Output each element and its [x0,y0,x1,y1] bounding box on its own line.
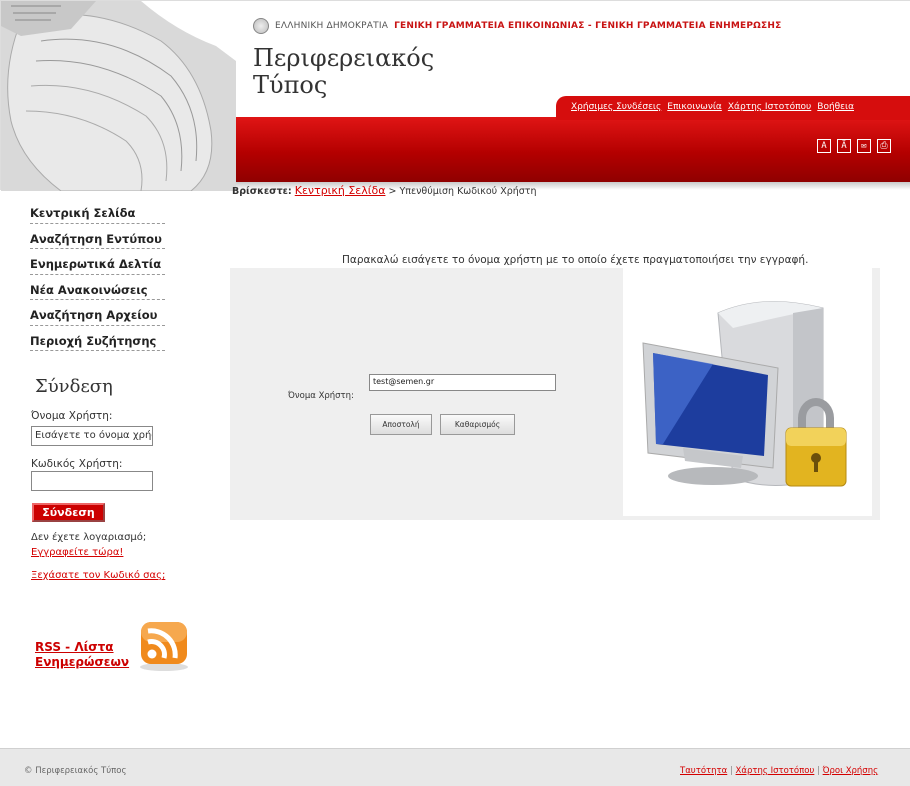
sidebar-item-discussion[interactable]: Περιοχή Συζήτησης [30,326,165,351]
accessibility-icon[interactable]: Ä [837,139,851,153]
print-icon[interactable]: ⎙ [877,139,891,153]
login-password-field[interactable] [31,471,153,491]
site-title-line2: Τύπος [253,71,328,99]
contact-link[interactable]: Επικοινωνία [667,102,722,112]
help-link[interactable]: Βοήθεια [817,102,854,112]
rss-list-link[interactable]: RSS - Λίστα Ενημερώσεων [35,640,140,670]
submit-button[interactable]: Αποστολή [370,414,432,435]
footer-terms-link[interactable]: Όροι Χρήσης [823,766,878,776]
top-links: Χρήσιμες Συνδέσεις Επικοινωνία Χάρτης Ισ… [571,102,854,112]
copyright-text: © Περιφερειακός Τύπος [24,766,127,776]
mail-icon[interactable]: ✉ [857,139,871,153]
instruction-text: Παρακαλώ εισάγετε το όνομα χρήστη με το … [342,254,809,266]
breadcrumb-label: Βρίσκεστε: [232,186,292,197]
footer-separator: | [814,766,823,776]
username-label: Όνομα Χρήστη: [288,391,354,401]
login-title: Σύνδεση [35,376,113,397]
site-title[interactable]: Περιφερειακός Τύπος [253,45,434,99]
greek-seal-icon [253,18,269,34]
gov-secretariats: ΓΕΝΙΚΗ ΓΡΑΜΜΑΤΕΙΑ ΕΠΙΚΟΙΝΩΝΙΑΣ - ΓΕΝΙΚΗ … [394,21,782,31]
sidebar-item-announcements[interactable]: Νέα Ανακοινώσεις [30,275,165,300]
footer-sitemap-link[interactable]: Χάρτης Ιστοτόπου [736,766,815,776]
login-password-label: Κωδικός Χρήστη: [31,458,123,470]
no-account-text: Δεν έχετε λογαριασμό; [31,532,147,543]
register-link[interactable]: Εγγραφείτε τώρα! [31,547,123,558]
login-username-label: Όνομα Χρήστη: [31,410,113,422]
site-header: ΕΛΛΗΝΙΚΗ ΔΗΜΟΚΡΑΤΙΑ ΓΕΝΙΚΗ ΓΡΑΜΜΑΤΕΙΑ ΕΠ… [0,0,910,191]
sidebar-item-archive-search[interactable]: Αναζήτηση Αρχείου [30,300,165,326]
username-input[interactable]: test@semen.gr [369,374,556,391]
tool-icons: A Ä ✉ ⎙ [817,139,891,153]
breadcrumb-separator: > [385,186,400,197]
forgot-password-link[interactable]: Ξεχάσατε τον Κωδικό σας; [31,570,165,581]
breadcrumb-current: Υπενθύμιση Κωδικού Χρήστη [399,186,537,197]
footer-links: Ταυτότητα | Χάρτης Ιστοτόπου | Όροι Χρήσ… [680,766,878,776]
breadcrumb-home-link[interactable]: Κεντρική Σελίδα [295,184,386,197]
login-button[interactable]: Σύνδεση [32,503,105,522]
sidebar-item-search-publication[interactable]: Αναζήτηση Εντύπου [30,224,165,249]
clear-button[interactable]: Καθαρισμός [440,414,515,435]
computer-lock-image [623,268,872,516]
footer-identity-link[interactable]: Ταυτότητα [680,766,727,776]
sidebar-item-newsletters[interactable]: Ενημερωτικά Δελτία [30,249,165,275]
sidebar-item-home[interactable]: Κεντρική Σελίδα [30,198,165,224]
sidebar: Κεντρική Σελίδα Αναζήτηση Εντύπου Ενημερ… [0,190,230,750]
breadcrumb: Βρίσκεστε: Κεντρική Σελίδα > Υπενθύμιση … [232,184,537,197]
useful-links-link[interactable]: Χρήσιμες Συνδέσεις [571,102,661,112]
government-line: ΕΛΛΗΝΙΚΗ ΔΗΜΟΚΡΑΤΙΑ ΓΕΝΙΚΗ ΓΡΑΜΜΑΤΕΙΑ ΕΠ… [253,18,781,34]
site-title-line1: Περιφερειακός [253,44,435,72]
sidebar-nav: Κεντρική Σελίδα Αναζήτηση Εντύπου Ενημερ… [30,198,165,351]
footer-separator: | [727,766,736,776]
sitemap-link[interactable]: Χάρτης Ιστοτόπου [728,102,811,112]
login-username-field[interactable]: Εισάγετε το όνομα χρήστη [31,426,153,446]
gov-prefix: ΕΛΛΗΝΙΚΗ ΔΗΜΟΚΡΑΤΙΑ [275,21,389,31]
text-size-icon[interactable]: A [817,139,831,153]
newspaper-roll-image [1,1,236,191]
footer: © Περιφερειακός Τύπος Ταυτότητα | Χάρτης… [0,748,910,786]
rss-icon[interactable] [135,620,193,672]
